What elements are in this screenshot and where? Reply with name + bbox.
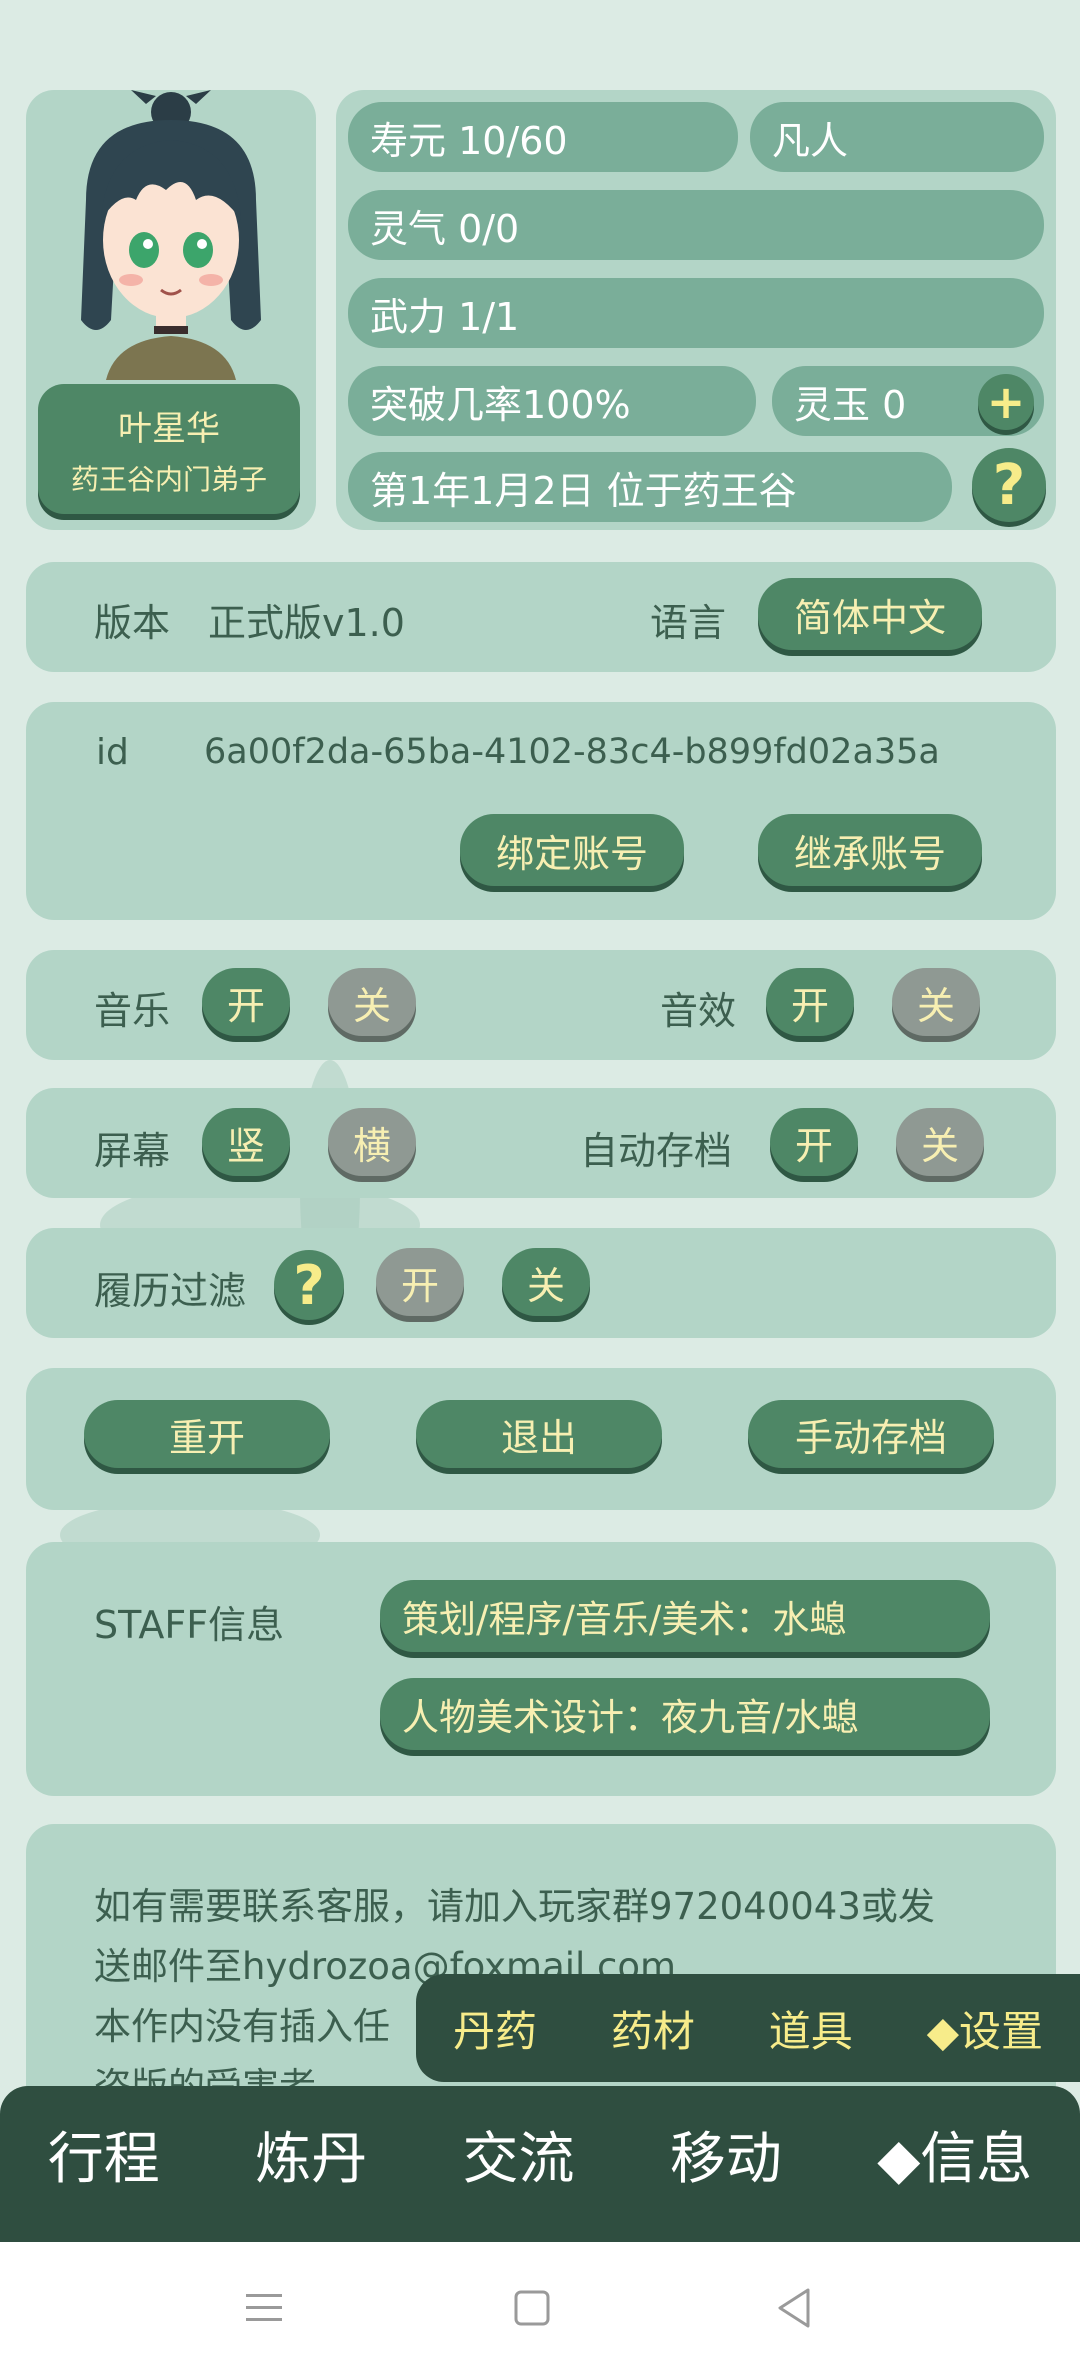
- system-nav-bar: [0, 2242, 1080, 2376]
- version-panel: 版本 正式版v1.0 语言 简体中文: [26, 562, 1056, 672]
- subnav-settings[interactable]: ◆设置: [927, 1998, 1043, 2059]
- autosave-on-button[interactable]: 开: [770, 1108, 858, 1176]
- resume-filter-panel: 履历过滤 ? 开 关: [26, 1228, 1056, 1338]
- subnav-herbs[interactable]: 药材: [611, 1998, 695, 2059]
- plus-icon[interactable]: +: [978, 374, 1034, 430]
- character-card: 叶星华 药王谷内门弟子: [26, 90, 316, 530]
- staff-credit-2: 人物美术设计：夜九音/水螅: [380, 1678, 990, 1750]
- music-label: 音乐: [94, 989, 171, 1033]
- contact-line-1: 如有需要联系客服，请加入玩家群972040043或发: [94, 1885, 935, 1928]
- sfx-off-button[interactable]: 关: [892, 968, 980, 1036]
- question-icon[interactable]: ?: [972, 448, 1046, 522]
- mainnav-info[interactable]: ◆信息: [877, 2114, 1032, 2195]
- manual-save-button[interactable]: 手动存档: [748, 1400, 994, 1468]
- music-on-button[interactable]: 开: [202, 968, 290, 1036]
- menu-icon[interactable]: [244, 2288, 284, 2328]
- display-panel: 屏幕 竖 横 自动存档 开 关: [26, 1088, 1056, 1198]
- id-label: id: [96, 732, 129, 773]
- character-portrait: [81, 90, 261, 380]
- home-icon[interactable]: [512, 2288, 552, 2328]
- autosave-off-button[interactable]: 关: [896, 1108, 984, 1176]
- character-title: 药王谷内门弟子: [70, 462, 267, 496]
- sub-navigation: 丹药 药材 道具 ◆设置: [416, 1974, 1080, 2082]
- question-icon[interactable]: ?: [274, 1250, 344, 1320]
- screen-label: 屏幕: [94, 1129, 171, 1173]
- bind-account-button[interactable]: 绑定账号: [460, 814, 684, 886]
- staff-credit-1: 策划/程序/音乐/美术：水螅: [380, 1580, 990, 1652]
- account-panel: id 6a00f2da-65ba-4102-83c4-b899fd02a35a …: [26, 702, 1056, 920]
- subnav-items[interactable]: 道具: [769, 1998, 853, 2059]
- screen-portrait-button[interactable]: 竖: [202, 1108, 290, 1176]
- mainnav-journey[interactable]: 行程: [48, 2114, 160, 2195]
- character-nameplate[interactable]: 叶星华 药王谷内门弟子: [38, 384, 300, 514]
- sfx-label: 音效: [660, 989, 737, 1033]
- sfx-on-button[interactable]: 开: [766, 968, 854, 1036]
- resume-filter-on-button[interactable]: 开: [376, 1248, 464, 1316]
- exit-button[interactable]: 退出: [416, 1400, 662, 1468]
- mainnav-social[interactable]: 交流: [462, 2114, 574, 2195]
- main-navigation: 行程 炼丹 交流 移动 ◆信息: [0, 2086, 1080, 2242]
- language-label: 语言: [650, 601, 727, 645]
- resume-filter-off-button[interactable]: 关: [502, 1248, 590, 1316]
- date-location: 第1年1月2日 位于药王谷: [348, 452, 952, 522]
- version-label: 版本: [94, 601, 171, 645]
- lifespan-stat: 寿元 10/60: [348, 102, 738, 172]
- music-off-button[interactable]: 关: [328, 968, 416, 1036]
- mainnav-move[interactable]: 移动: [670, 2114, 782, 2195]
- breakthrough-stat: 突破几率100%: [348, 366, 756, 436]
- id-value: 6a00f2da-65ba-4102-83c4-b899fd02a35a: [204, 732, 940, 772]
- resume-filter-label: 履历过滤: [94, 1269, 247, 1313]
- version-value: 正式版v1.0: [208, 601, 405, 645]
- character-name: 叶星华: [118, 408, 220, 449]
- back-icon[interactable]: [774, 2286, 814, 2330]
- spirit-stat: 灵气 0/0: [348, 190, 1044, 260]
- language-button[interactable]: 简体中文: [758, 578, 982, 650]
- contact-line-3: 本作内没有插入任: [94, 2005, 390, 2048]
- actions-panel: 重开 退出 手动存档: [26, 1368, 1056, 1510]
- realm-stat: 凡人: [750, 102, 1044, 172]
- mainnav-alchemy[interactable]: 炼丹: [255, 2114, 367, 2195]
- stats-panel: 寿元 10/60 凡人 灵气 0/0 武力 1/1 突破几率100% 灵玉 0 …: [336, 90, 1056, 530]
- restart-button[interactable]: 重开: [84, 1400, 330, 1468]
- jade-label: 灵玉 0: [794, 382, 907, 427]
- inherit-account-button[interactable]: 继承账号: [758, 814, 982, 886]
- staff-label: STAFF信息: [94, 1603, 285, 1647]
- screen-landscape-button[interactable]: 横: [328, 1108, 416, 1176]
- staff-panel: STAFF信息 策划/程序/音乐/美术：水螅 人物美术设计：夜九音/水螅: [26, 1542, 1056, 1796]
- subnav-pills[interactable]: 丹药: [453, 1998, 537, 2059]
- autosave-label: 自动存档: [580, 1129, 733, 1173]
- martial-stat: 武力 1/1: [348, 278, 1044, 348]
- audio-panel: 音乐 开 关 音效 开 关: [26, 950, 1056, 1060]
